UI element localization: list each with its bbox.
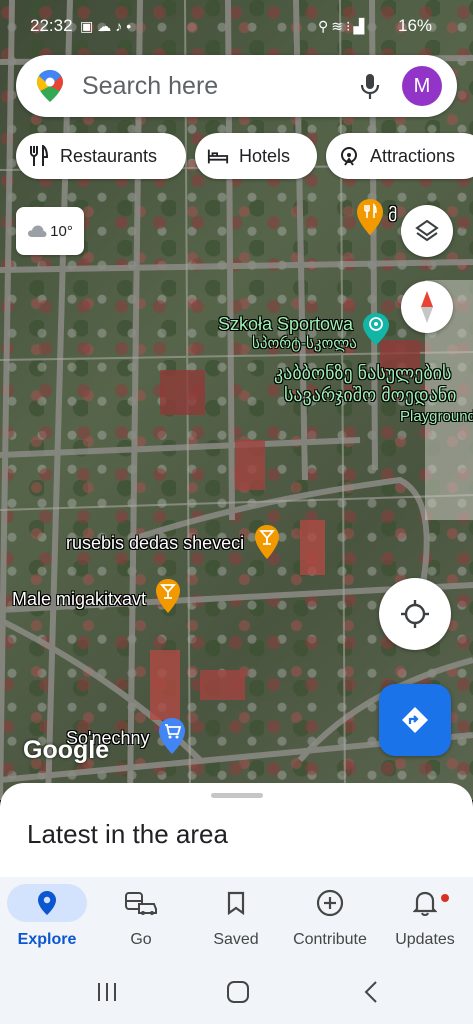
layers-icon: [415, 219, 439, 242]
bookmark-icon: [227, 891, 245, 915]
nav-label: Updates: [395, 931, 455, 948]
restaurant-pin-icon: [357, 199, 383, 235]
bottom-sheet[interactable]: Latest in the area: [0, 783, 473, 883]
chip-hotels[interactable]: Hotels: [195, 133, 317, 179]
wifi-icon: ≋: [331, 18, 346, 34]
directions-button[interactable]: [379, 684, 451, 756]
my-location-button[interactable]: [379, 578, 451, 650]
avatar[interactable]: M: [402, 66, 442, 106]
bottom-navigation: Explore Go Saved Contribute Updates: [0, 877, 473, 960]
compass-icon: [421, 291, 433, 323]
bar-pin-icon: [156, 579, 180, 613]
status-notification-icons: ▣☁♪•: [80, 18, 135, 35]
search-bar[interactable]: Search here M: [16, 55, 457, 117]
bed-icon: [207, 145, 229, 167]
crosshair-icon: [401, 600, 429, 628]
status-system-icons: ⚲≋⁝▟: [318, 18, 367, 35]
location-icon: ⚲: [318, 18, 332, 34]
compass-button[interactable]: [401, 281, 453, 333]
microphone-icon[interactable]: [360, 73, 380, 101]
shop-marker[interactable]: [158, 717, 186, 760]
map-label-sports-ground-1[interactable]: კაბბონზე ნასულების: [274, 363, 451, 384]
restaurant-marker[interactable]: [356, 198, 384, 241]
cloud-icon: [28, 225, 47, 237]
bar-marker-1[interactable]: [254, 524, 280, 565]
google-logo: Google: [23, 736, 110, 764]
bar-pin-icon: [255, 525, 279, 559]
nav-label: Saved: [213, 931, 259, 948]
nav-contribute[interactable]: Contribute: [283, 877, 377, 960]
cloud-icon: ☁: [97, 18, 116, 34]
chip-attractions[interactable]: Attractions: [326, 133, 473, 179]
system-navigation-bar: [0, 960, 473, 1024]
nav-label: Contribute: [293, 931, 367, 948]
map-label-bar-2[interactable]: Male migakitxavt: [12, 589, 146, 610]
chip-restaurants[interactable]: Restaurants: [16, 133, 186, 179]
school-marker[interactable]: [362, 312, 390, 351]
search-input[interactable]: Search here: [82, 72, 218, 101]
bar-marker-2[interactable]: [155, 578, 181, 619]
nav-go[interactable]: Go: [94, 877, 188, 960]
nav-label: Explore: [17, 931, 77, 948]
battery-level: 16%: [398, 16, 433, 35]
weather-temp: 10°: [50, 222, 73, 240]
chip-label: Restaurants: [60, 145, 158, 166]
bell-icon: [413, 891, 437, 916]
back-icon[interactable]: [360, 980, 384, 1004]
sheet-title: Latest in the area: [27, 819, 228, 849]
nav-label: Go: [130, 931, 152, 948]
explore-pin-icon: [38, 891, 56, 915]
map-label-playground[interactable]: Playground: [400, 408, 473, 425]
map-label-school[interactable]: Szkoła Sportowa: [218, 314, 353, 335]
car-bus-icon: [125, 892, 157, 915]
attraction-icon: [338, 145, 360, 167]
map-label-school-local: სპორტ-სკოლა: [252, 335, 357, 352]
layers-button[interactable]: [401, 205, 453, 257]
directions-icon: [402, 707, 428, 733]
dot-icon: •: [126, 18, 136, 34]
map-label-restaurant[interactable]: მ: [388, 205, 397, 226]
shopping-cart-pin-icon: [159, 718, 185, 754]
park-pin-icon: [363, 313, 389, 345]
status-time: 22:32: [30, 16, 73, 35]
recent-apps-icon[interactable]: [95, 980, 119, 1004]
maps-pin-icon: [37, 70, 63, 102]
nav-updates[interactable]: Updates: [378, 877, 472, 960]
chip-label: Attractions: [370, 145, 456, 166]
nav-saved[interactable]: Saved: [189, 877, 283, 960]
nav-explore[interactable]: Explore: [0, 877, 94, 960]
map-label-bar-1[interactable]: rusebis dedas sheveci: [66, 533, 244, 554]
status-bar: 22:32 ▣☁♪• ⚲≋⁝▟ 16%: [0, 14, 473, 42]
map-label-sports-ground-2: სავარჯიშო მოედანი: [284, 385, 457, 405]
notification-dot: [441, 894, 449, 902]
fork-knife-icon: [28, 145, 50, 167]
drag-handle[interactable]: [211, 793, 263, 798]
weather-badge[interactable]: 10°: [16, 207, 84, 255]
tiktok-icon: ♪: [115, 18, 127, 34]
home-icon[interactable]: [226, 980, 250, 1004]
signal-icon: ▟: [353, 18, 368, 34]
add-circle-icon: [316, 889, 344, 917]
chip-label: Hotels: [239, 145, 291, 166]
image-icon: ▣: [80, 18, 98, 34]
